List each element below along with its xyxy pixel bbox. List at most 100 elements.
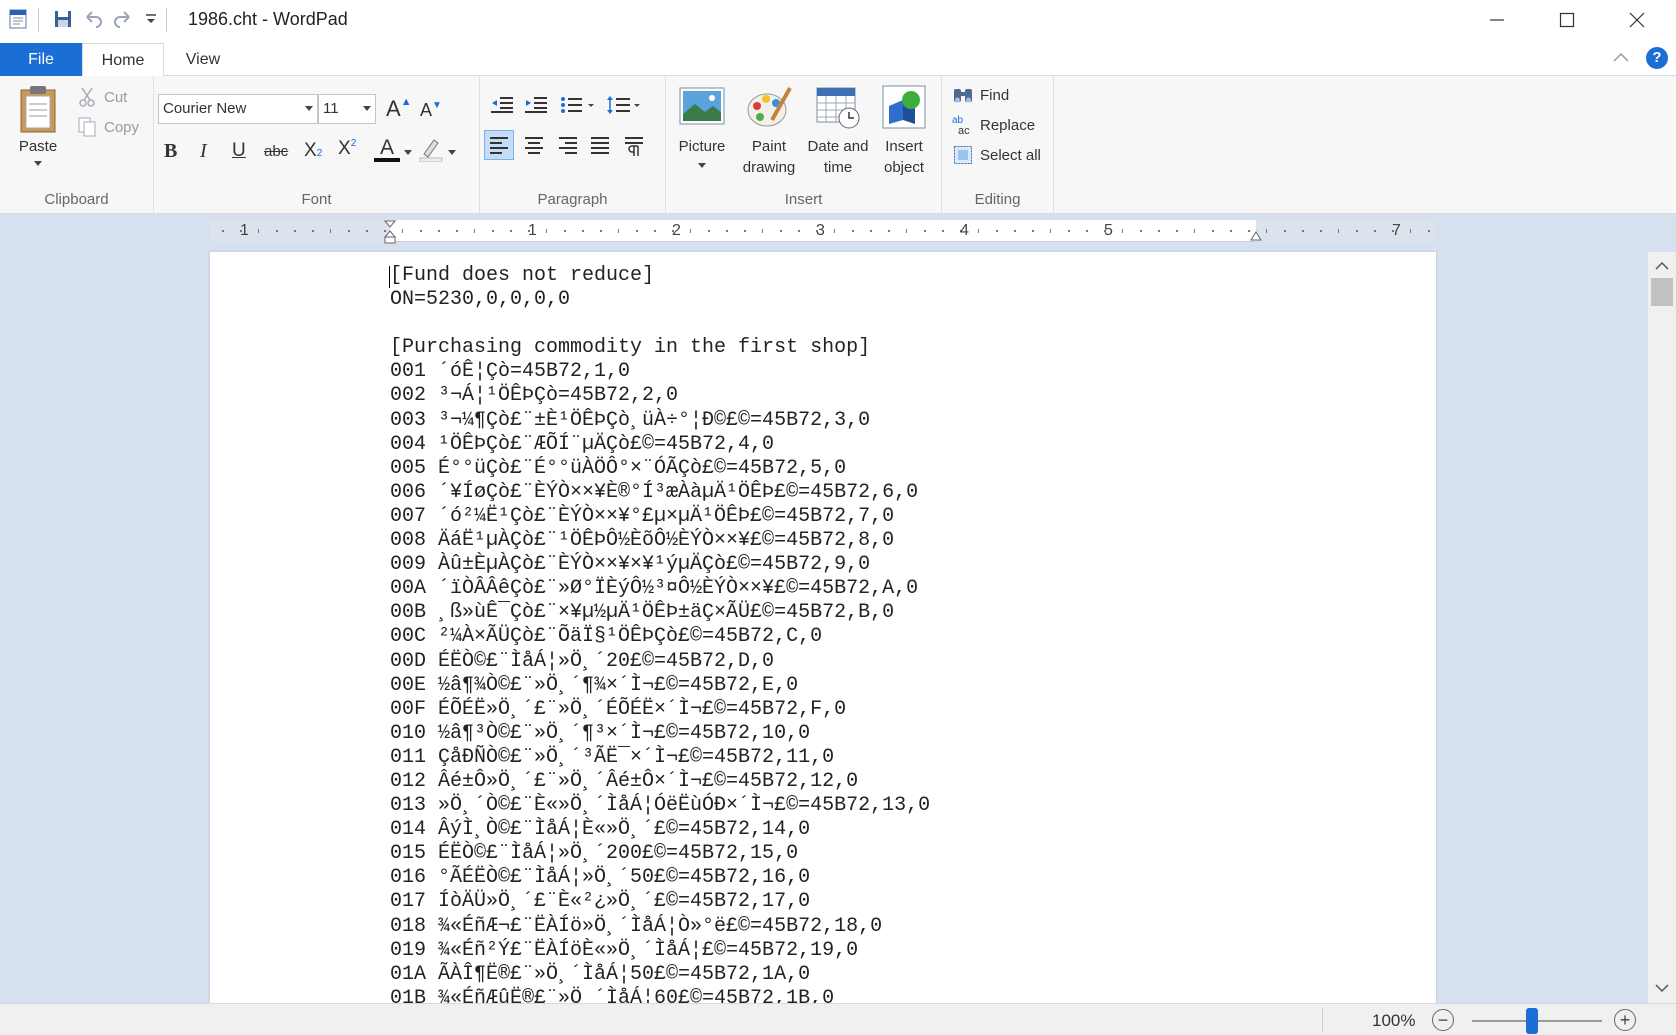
chevron-down-icon[interactable]	[404, 150, 412, 155]
vertical-scrollbar[interactable]	[1648, 252, 1676, 1003]
scrollbar-thumb[interactable]	[1651, 278, 1673, 306]
paste-button[interactable]: Paste	[10, 84, 66, 166]
font-size-combo[interactable]: 11	[318, 94, 376, 124]
document-line[interactable]: 012 Âé±Ô»Ö¸´£¨»Ö¸´Âé±Ô×´Ì¬£©=45B72,12,0	[390, 770, 930, 794]
align-right-icon[interactable]	[554, 131, 582, 164]
ruler-tick	[420, 230, 422, 232]
tab-view[interactable]: View	[164, 43, 242, 76]
decrease-indent-icon[interactable]	[490, 96, 514, 119]
maximize-button[interactable]	[1532, 0, 1602, 40]
document-line[interactable]: ON=5230,0,0,0,0	[390, 288, 930, 312]
document-line[interactable]: 004 ¹ÖÊÞÇò£¨ÆÕÍ¨µÄÇò£©=45B72,4,0	[390, 433, 930, 457]
highlight-color-icon[interactable]	[418, 136, 444, 167]
undo-icon[interactable]	[82, 8, 104, 30]
document-line[interactable]: 006 ´¥ÍøÇò£¨ÈÝÒ××¥È®°Í³æÀàµÄ¹ÖÊÞ£©=45B72…	[390, 481, 930, 505]
document-line[interactable]: 01B ¾«ÉñÆûË®£¨»Ö¸´ÌåÁ¦60£©=45B72,1B,0	[390, 987, 930, 1003]
insert-object-button[interactable]: Insert object	[874, 84, 934, 178]
document-line[interactable]: 007 ´ó²¼Ë¹Çò£¨ÈÝÒ××¥°£µ×µÄ¹ÖÊÞ£©=45B72,7…	[390, 505, 930, 529]
document-line[interactable]: 010 ½â¶³Ò©£¨»Ö¸´¶³×´Ì¬£©=45B72,10,0	[390, 722, 930, 746]
chevron-down-icon[interactable]	[448, 150, 456, 155]
justify-icon[interactable]	[586, 131, 614, 164]
save-icon[interactable]	[52, 8, 74, 30]
wordpad-app-icon[interactable]	[8, 8, 30, 30]
right-indent-marker[interactable]	[1250, 228, 1262, 247]
document-line[interactable]: 013 »Ö¸´Ò©£¨È«»Ö¸´ÌåÁ¦ÓëËùÓÐ×´Ì¬£©=45B72…	[390, 794, 930, 818]
tab-file[interactable]: File	[0, 43, 82, 76]
scroll-down-icon[interactable]	[1654, 980, 1670, 996]
document-line[interactable]: 005 É°°üÇò£¨É°°üÀÖÔ°×¨ÓÃÇò£©=45B72,5,0	[390, 457, 930, 481]
ruler-tick	[600, 230, 602, 232]
insert-object-label-2: object	[883, 159, 925, 176]
cut-button[interactable]: Cut	[76, 86, 127, 108]
document-line[interactable]: 019 ¾«Éñ²Ý£¨ËÀÍöÈ«»Ö¸´ÌåÁ¦£©=45B72,19,0	[390, 939, 930, 963]
first-line-indent-marker[interactable]	[383, 220, 397, 249]
document-line[interactable]: 00B ¸ß»ùÊ¯Çò£¨×¥µ½µÄ¹ÖÊÞ±äÇ×ÃÜ£©=45B72,B…	[390, 601, 930, 625]
ruler-tick	[492, 230, 494, 232]
italic-icon[interactable]: I	[200, 140, 207, 163]
document-line[interactable]: [Fund does not reduce]	[390, 264, 930, 288]
document-line[interactable]: 00D ÉËÒ©£¨ÌåÁ¦»Ö¸´20£©=45B72,D,0	[390, 650, 930, 674]
chevron-down-icon[interactable]	[698, 163, 706, 168]
document-line[interactable]	[390, 312, 930, 336]
ruler-label: 7	[1392, 222, 1401, 239]
scroll-up-icon[interactable]	[1654, 258, 1670, 274]
document-line[interactable]: 016 °ÃÉËÒ©£¨ÌåÁ¦»Ö¸´50£©=45B72,16,0	[390, 866, 930, 890]
document-line[interactable]: 00C ²¼À×ÃÜÇò£¨ÕäÏ§¹ÖÊÞÇò£©=45B72,C,0	[390, 625, 930, 649]
document-line[interactable]: 00E ½â¶¾Ò©£¨»Ö¸´¶¾×´Ì¬£©=45B72,E,0	[390, 674, 930, 698]
document-line[interactable]: 002 ³¬Á¦¹ÖÊÞÇò=45B72,2,0	[390, 384, 930, 408]
copy-button[interactable]: Copy	[76, 116, 139, 138]
bold-icon[interactable]: B	[164, 140, 177, 163]
strikethrough-icon[interactable]: abc	[264, 143, 288, 160]
document-line[interactable]: 001 ´óÊ¦Çò=45B72,1,0	[390, 360, 930, 384]
replace-button[interactable]: ab ac Replace	[952, 114, 1035, 136]
find-button[interactable]: Find	[952, 84, 1009, 106]
minimize-button[interactable]	[1462, 0, 1532, 40]
increase-indent-icon[interactable]	[524, 96, 548, 119]
ruler-tick	[510, 230, 512, 232]
document-line[interactable]: 017 ÍòÄÜ»Ö¸´£¨È«²¿»Ö¸´£©=45B72,17,0	[390, 890, 930, 914]
ruler-tick	[276, 230, 278, 232]
document-line[interactable]: 011 ÇåÐÑÒ©£¨»Ö¸´³ÃË¯×´Ì¬£©=45B72,11,0	[390, 746, 930, 770]
date-time-button[interactable]: Date and time	[802, 84, 874, 178]
document-line[interactable]: 00A ´ïÒÂÂêÇò£¨»Ø°ÏÈýÔ½³¤Ô½ÈÝÒ××¥£©=45B72…	[390, 577, 930, 601]
picture-button[interactable]: Picture	[672, 84, 732, 168]
customize-quick-access-icon[interactable]	[144, 8, 158, 30]
clipboard-group: Paste Cut Copy Clipboard	[0, 76, 154, 214]
redo-icon[interactable]	[112, 8, 134, 30]
subscript-icon[interactable]: X2	[304, 140, 322, 162]
select-all-button[interactable]: Select all	[952, 144, 1041, 166]
paragraph-group: Paragraph	[480, 76, 666, 214]
collapse-ribbon-icon[interactable]	[1612, 50, 1630, 69]
document-text[interactable]: [Fund does not reduce] ON=5230,0,0,0,0 [Pu…	[390, 264, 930, 1003]
document-line[interactable]: 014 ÂýÌ¸Ò©£¨ÌåÁ¦È«»Ö¸´£©=45B72,14,0	[390, 818, 930, 842]
document-line[interactable]: 018 ¾«ÉñÆ¬£¨ËÀÍö»Ö¸´ÌåÁ¦Ò»°ë£©=45B72,18,…	[390, 915, 930, 939]
document-page[interactable]: [Fund does not reduce] ON=5230,0,0,0,0 [Pu…	[210, 252, 1436, 1003]
document-line[interactable]: 01A ÃÀÎ¶Ë®£¨»Ö¸´ÌåÁ¦50£©=45B72,1A,0	[390, 963, 930, 987]
tab-home[interactable]: Home	[82, 43, 164, 77]
paint-drawing-button[interactable]: Paint drawing	[736, 84, 802, 178]
paste-dropdown-icon[interactable]	[34, 161, 42, 166]
paragraph-settings-icon[interactable]	[620, 131, 648, 164]
document-line[interactable]: [Purchasing commodity in the first shop]	[390, 336, 930, 360]
font-color-icon[interactable]: A	[374, 136, 400, 162]
help-icon[interactable]: ?	[1646, 47, 1668, 69]
shrink-font-icon[interactable]: A▼	[420, 100, 442, 121]
zoom-in-button[interactable]: +	[1614, 1009, 1636, 1031]
underline-icon[interactable]: U	[232, 140, 246, 162]
document-line[interactable]: 003 ³¬¼¶Çò£¨±È¹ÖÊÞÇò¸üÀ÷°¦Ð©£©=45B72,3,0	[390, 409, 930, 433]
line-spacing-icon[interactable]	[606, 94, 642, 121]
font-family-combo[interactable]: Courier New	[158, 94, 318, 124]
document-line[interactable]: 015 ÉËÒ©£¨ÌåÁ¦»Ö¸´200£©=45B72,15,0	[390, 842, 930, 866]
bullet-list-icon[interactable]	[560, 96, 596, 119]
grow-font-icon[interactable]: A▲	[386, 96, 412, 122]
close-button[interactable]	[1602, 0, 1672, 40]
document-line[interactable]: 009 Àû±ÈµÀÇò£¨ÈÝÒ××¥×¥¹ýµÄÇò£©=45B72,9,0	[390, 553, 930, 577]
document-line[interactable]: 00F ÉÕÉË»Ö¸´£¨»Ö¸´ÉÕÉË×´Ì¬£©=45B72,F,0	[390, 698, 930, 722]
zoom-out-button[interactable]: −	[1432, 1009, 1454, 1031]
ruler[interactable]: 1 1 2 3 4 5 7	[210, 220, 1436, 244]
superscript-icon[interactable]: X2	[338, 138, 356, 160]
align-left-button[interactable]	[484, 130, 514, 160]
zoom-slider-thumb[interactable]	[1526, 1008, 1538, 1034]
document-line[interactable]: 008 ÄáË¹µÀÇò£¨¹ÖÊÞÔ½ÈõÔ½ÈÝÒ××¥£©=45B72,8…	[390, 529, 930, 553]
align-center-icon[interactable]	[520, 131, 548, 164]
